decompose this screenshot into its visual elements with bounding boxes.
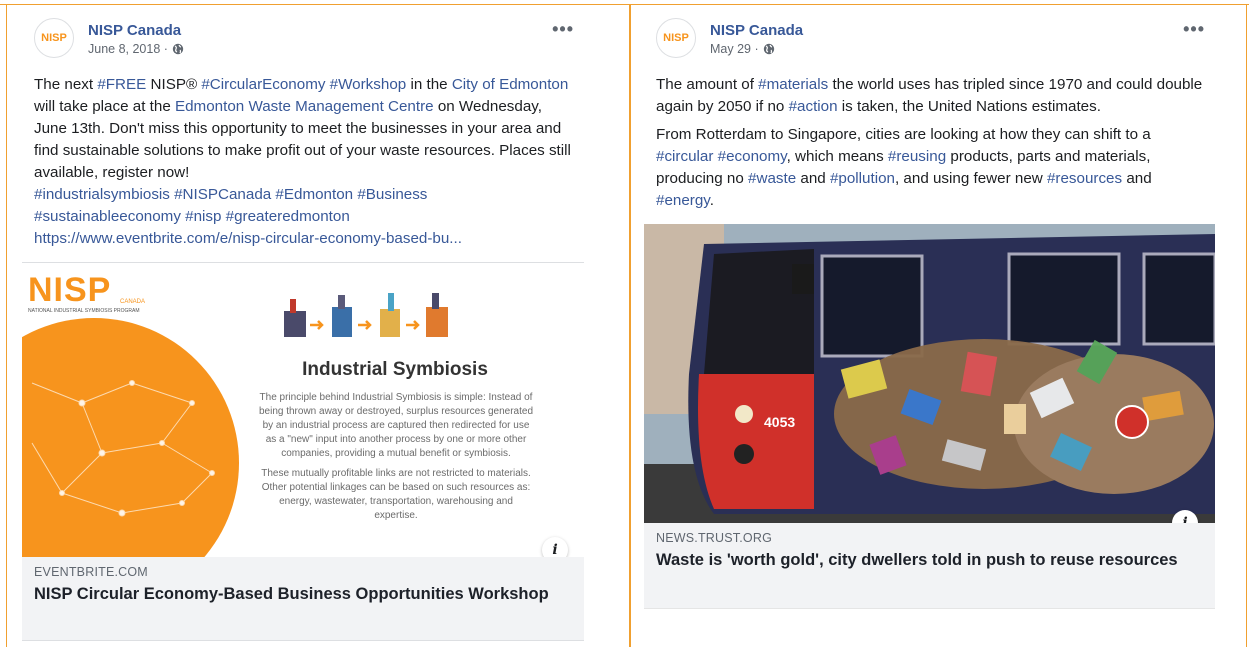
info-icon[interactable]: i bbox=[542, 537, 568, 557]
link-edmonton-waste-centre[interactable]: Edmonton Waste Management Centre bbox=[175, 98, 434, 115]
center-divider bbox=[629, 4, 631, 647]
hashtag-reusing[interactable]: #reusing bbox=[888, 148, 946, 165]
link-city-of-edmonton[interactable]: City of Edmonton bbox=[452, 76, 569, 93]
post-meta: May 29 · bbox=[710, 42, 775, 56]
hashtag-economy[interactable]: #economy bbox=[718, 148, 787, 165]
text-run: in the bbox=[406, 76, 452, 93]
nisp-logo-caption: NATIONAL INDUSTRIAL SYMBIOSIS PROGRAM bbox=[28, 308, 140, 314]
text-run: , which means bbox=[786, 148, 888, 165]
post-text: The amount of #materials the world uses … bbox=[644, 74, 1215, 212]
post-header: NISP NISP Canada May 29 · ••• bbox=[644, 0, 1215, 62]
text-run: and bbox=[1122, 170, 1152, 187]
left-border bbox=[6, 4, 7, 647]
globe-icon bbox=[172, 43, 184, 55]
hashtag-free[interactable]: #FREE bbox=[97, 76, 146, 93]
preview-domain: EVENTBRITE.COM bbox=[34, 565, 148, 579]
post-date[interactable]: June 8, 2018 · bbox=[88, 42, 168, 56]
post-date[interactable]: May 29 · bbox=[710, 42, 759, 56]
page-avatar[interactable]: NISP bbox=[34, 18, 74, 58]
page-avatar[interactable]: NISP bbox=[656, 18, 696, 58]
infographic-paragraph: The principle behind Industrial Symbiosi… bbox=[258, 392, 534, 459]
link-preview[interactable]: NEWS.TRUST.ORG Waste is 'worth gold', ci… bbox=[644, 523, 1215, 609]
hashtag-energy[interactable]: #energy bbox=[656, 192, 710, 209]
infographic-paragraph: These mutually profitable links are not … bbox=[261, 468, 531, 521]
facebook-post-1: NISP NISP Canada June 8, 2018 · ••• The … bbox=[22, 0, 584, 647]
text-run: . bbox=[709, 192, 714, 209]
infographic-body: The principle behind Industrial Symbiosi… bbox=[258, 391, 534, 529]
hashtag-circular[interactable]: #circular bbox=[656, 148, 713, 165]
post-paragraph: From Rotterdam to Singapore, cities are … bbox=[656, 124, 1203, 212]
post-paragraph: The amount of #materials the world uses … bbox=[656, 74, 1203, 118]
page-name[interactable]: NISP Canada bbox=[88, 22, 181, 39]
hashtag-waste[interactable]: #waste bbox=[748, 170, 796, 187]
factory-icons bbox=[284, 293, 448, 337]
facebook-post-2: NISP NISP Canada May 29 · ••• The amount… bbox=[644, 0, 1215, 647]
more-options-icon[interactable]: ••• bbox=[552, 20, 574, 38]
page-name[interactable]: NISP Canada bbox=[710, 22, 803, 39]
hashtag-pollution[interactable]: #pollution bbox=[830, 170, 895, 187]
preview-headline[interactable]: Waste is 'worth gold', city dwellers tol… bbox=[656, 549, 1203, 571]
tram-number: 4053 bbox=[764, 414, 796, 430]
hashtag-materials[interactable]: #materials bbox=[758, 76, 828, 93]
text-run: From Rotterdam to Singapore, cities are … bbox=[656, 126, 1151, 143]
hashtag-action[interactable]: #action bbox=[789, 98, 838, 115]
text-run: NISP® bbox=[146, 76, 202, 93]
link-preview[interactable]: EVENTBRITE.COM NISP Circular Economy-Bas… bbox=[22, 557, 584, 641]
eventbrite-url[interactable]: https://www.eventbrite.com/e/nisp-circul… bbox=[34, 230, 462, 247]
preview-headline[interactable]: NISP Circular Economy-Based Business Opp… bbox=[34, 583, 572, 605]
text-run: The next bbox=[34, 76, 98, 93]
text-run: will take place at the bbox=[34, 98, 175, 115]
tram-photo bbox=[644, 224, 1215, 523]
text-run: The amount of bbox=[656, 76, 759, 93]
text-run: and bbox=[796, 170, 830, 187]
hashtags-line[interactable]: #industrialsymbiosis #NISPCanada #Edmont… bbox=[34, 186, 427, 203]
preview-domain: NEWS.TRUST.ORG bbox=[656, 531, 772, 545]
hashtag-workshop[interactable]: #Workshop bbox=[330, 76, 407, 93]
avatar-logo: NISP bbox=[41, 32, 67, 44]
post-text: The next #FREE NISP® #CircularEconomy #W… bbox=[22, 74, 584, 250]
hashtags-line[interactable]: #sustainableeconomy #nisp #greateredmont… bbox=[34, 208, 350, 225]
post-image[interactable]: NISP CANADA NATIONAL INDUSTRIAL SYMBIOSI… bbox=[22, 262, 584, 557]
avatar-logo: NISP bbox=[663, 32, 689, 44]
post-image[interactable]: 4053 i bbox=[644, 224, 1215, 523]
globe-icon bbox=[763, 43, 774, 55]
post-paragraph: The next #FREE NISP® #CircularEconomy #W… bbox=[34, 74, 572, 250]
text-run: , and using fewer new bbox=[894, 170, 1047, 187]
text-run: is taken, the United Nations estimates. bbox=[837, 98, 1101, 115]
nisp-logo-text: NISP bbox=[28, 271, 112, 309]
hashtag-resources[interactable]: #resources bbox=[1047, 170, 1122, 187]
nisp-logo-sub: CANADA bbox=[120, 299, 146, 305]
post-header: NISP NISP Canada June 8, 2018 · ••• bbox=[22, 0, 584, 62]
right-border bbox=[1246, 4, 1247, 647]
infographic-title: Industrial Symbiosis bbox=[302, 359, 488, 380]
nisp-logo: NISP CANADA NATIONAL INDUSTRIAL SYMBIOSI… bbox=[28, 271, 145, 314]
more-options-icon[interactable]: ••• bbox=[1183, 20, 1205, 38]
hashtag-circulareconomy[interactable]: #CircularEconomy bbox=[201, 76, 325, 93]
post-meta: June 8, 2018 · bbox=[88, 42, 184, 56]
